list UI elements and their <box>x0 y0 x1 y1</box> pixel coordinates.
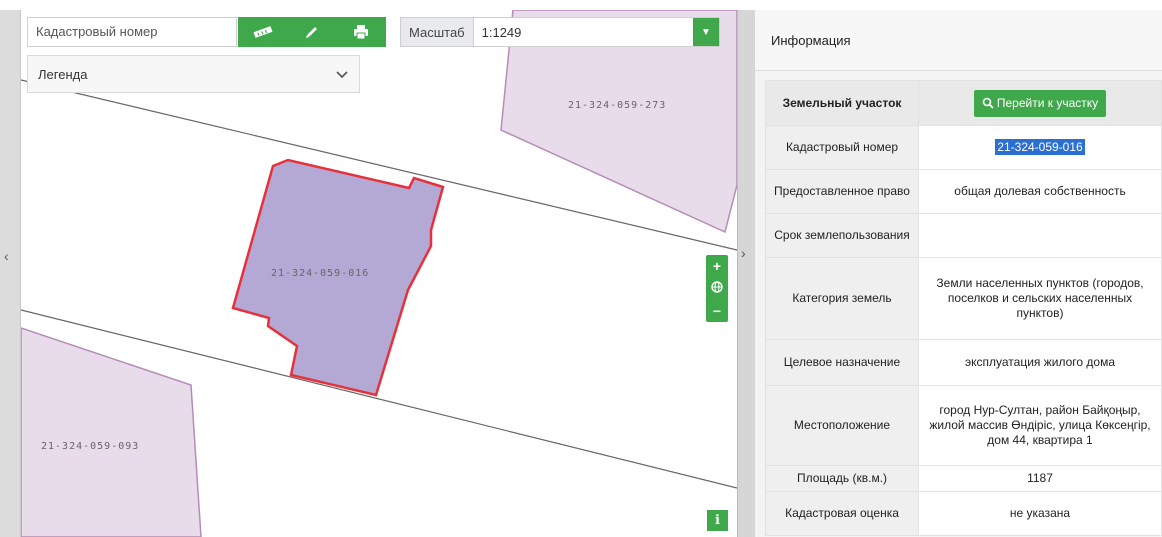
parcel-neighbor-south[interactable] <box>21 327 202 537</box>
goto-cell: Перейти к участку <box>918 80 1162 126</box>
row-key: Местоположение <box>765 385 919 466</box>
table-row: Местоположение город Нур-Султан, район Б… <box>765 385 1162 466</box>
row-value: эксплуатация жилого дома <box>918 339 1162 386</box>
section-title: Земельный участок <box>765 80 919 126</box>
caret-down-icon: ▼ <box>701 26 711 38</box>
scale-value: 1:1249 <box>481 24 522 40</box>
table-row: Площадь (кв.м.) 1187 <box>765 465 1162 492</box>
row-value: общая долевая собственность <box>918 169 1162 214</box>
info-panel: Информация Земельный участок Перейти к у… <box>755 10 1162 537</box>
zoom-control: + − <box>706 255 728 322</box>
legend-label: Легенда <box>38 66 88 82</box>
scale-dropdown-button[interactable]: ▼ <box>693 18 719 46</box>
legend-toggle[interactable]: Легенда <box>27 55 360 93</box>
info-button[interactable]: i <box>707 510 728 531</box>
goto-parcel-button[interactable]: Перейти к участку <box>973 89 1107 117</box>
zoom-in-button[interactable]: + <box>713 258 721 274</box>
row-key: Целевое назначение <box>765 339 919 386</box>
ruler-button[interactable] <box>238 17 287 47</box>
panel-splitter[interactable]: › <box>737 10 755 537</box>
print-button[interactable] <box>337 17 386 47</box>
scale-select[interactable]: Масштаб 1:1249 ▼ <box>400 17 720 47</box>
table-row: Категория земель Земли населенных пункто… <box>765 257 1162 340</box>
parcel-info-table: Земельный участок Перейти к участку Када… <box>765 80 1162 536</box>
row-key: Срок землепользования <box>765 213 919 258</box>
ruler-icon <box>253 26 273 38</box>
panel-title: Информация <box>755 10 1162 71</box>
row-key: Предоставленное право <box>765 169 919 214</box>
row-key: Кадастровый номер <box>765 125 919 170</box>
chevron-left-icon: ‹ <box>4 248 9 264</box>
row-key: Площадь (кв.м.) <box>765 465 919 492</box>
row-key: Кадастровая оценка <box>765 491 919 536</box>
goto-parcel-label: Перейти к участку <box>996 95 1099 110</box>
table-row: Кадастровый номер 21-324-059-016 <box>765 125 1162 170</box>
draw-button[interactable] <box>287 17 336 47</box>
search-icon <box>982 97 994 109</box>
parcel-label-093: 21-324-059-093 <box>41 441 140 452</box>
row-value: Земли населенных пунктов (городов, посел… <box>918 257 1162 340</box>
table-header-row: Земельный участок Перейти к участку <box>765 80 1162 126</box>
table-row: Кадастровая оценка не указана <box>765 491 1162 536</box>
row-value[interactable]: 21-324-059-016 <box>918 125 1162 170</box>
zoom-out-button[interactable]: − <box>713 303 721 319</box>
parcel-label-016: 21-324-059-016 <box>271 268 370 279</box>
print-icon <box>354 25 369 40</box>
table-row: Срок землепользования <box>765 213 1162 258</box>
cadastral-search-input[interactable]: Кадастровый номер <box>27 17 237 47</box>
row-key: Категория земель <box>765 257 919 340</box>
map-tools <box>238 17 386 47</box>
pencil-icon <box>305 27 317 38</box>
row-value: 1187 <box>918 465 1162 492</box>
left-collapse-handle[interactable]: ‹ <box>0 10 21 537</box>
row-value: не указана <box>918 491 1162 536</box>
top-strip <box>0 0 1162 10</box>
table-row: Целевое назначение эксплуатация жилого д… <box>765 339 1162 386</box>
row-value: город Нур-Султан, район Байқоңыр, жилой … <box>918 385 1162 466</box>
parcel-label-273: 21-324-059-273 <box>568 100 667 111</box>
chevron-right-icon: › <box>741 245 746 261</box>
globe-icon[interactable] <box>711 280 723 296</box>
table-row: Предоставленное право общая долевая собс… <box>765 169 1162 214</box>
cadastral-number-value[interactable]: 21-324-059-016 <box>995 139 1085 155</box>
row-value <box>918 213 1162 258</box>
chevron-down-icon <box>335 67 349 82</box>
scale-label: Масштаб <box>401 18 474 46</box>
